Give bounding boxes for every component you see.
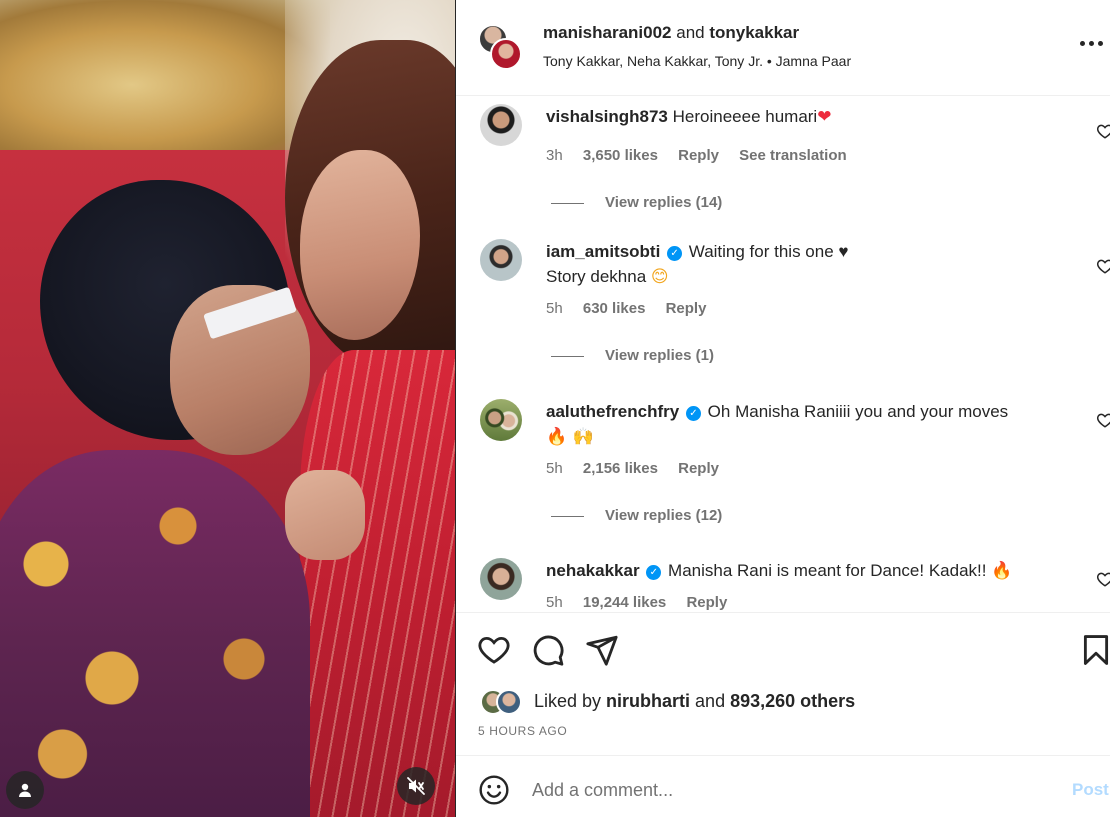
reply-button[interactable]: Reply bbox=[686, 594, 727, 611]
comment-like-icon[interactable] bbox=[1096, 411, 1110, 429]
author-link[interactable]: tonykakkar bbox=[709, 23, 799, 42]
post-header: manisharani002 and tonykakkar Tony Kakka… bbox=[456, 0, 1110, 96]
comment-emoji: 😊 bbox=[650, 267, 669, 287]
view-replies-label: View replies (14) bbox=[605, 194, 723, 211]
comment-likes[interactable]: 630 likes bbox=[583, 300, 646, 317]
liked-by-user[interactable]: nirubharti bbox=[606, 691, 690, 711]
red-lehenga bbox=[300, 350, 455, 817]
comment-item: vishalsingh873 Heroineeee humari❤ 3h 3,6… bbox=[456, 102, 1110, 224]
comment-text: Waiting for this one ♥ bbox=[688, 242, 849, 261]
comment-body: iam_amitsobti ✓ Waiting for this one ♥ S… bbox=[546, 239, 1066, 290]
comment-item: iam_amitsobti ✓ Waiting for this one ♥ S… bbox=[456, 237, 1110, 364]
comment-username[interactable]: nehakakkar bbox=[546, 561, 640, 580]
comment-text: Oh Manisha Raniiii you and your moves bbox=[707, 402, 1009, 421]
speech-bubble-icon[interactable] bbox=[531, 633, 565, 667]
comment-time[interactable]: 5h bbox=[546, 460, 563, 477]
avatar[interactable] bbox=[480, 558, 522, 600]
comment-body: nehakakkar ✓ Manisha Rani is meant for D… bbox=[546, 558, 1066, 584]
comment-item: nehakakkar ✓ Manisha Rani is meant for D… bbox=[456, 556, 1110, 612]
author-joiner: and bbox=[671, 23, 710, 42]
avatar[interactable] bbox=[480, 104, 522, 146]
liked-by-prefix: Liked by bbox=[534, 691, 607, 711]
verified-badge-icon: ✓ bbox=[667, 246, 683, 261]
comment-username[interactable]: aaluthefrenchfry bbox=[546, 402, 679, 421]
comment-text-line2: Story dekhna bbox=[546, 267, 647, 286]
view-replies-button[interactable]: View replies (12) bbox=[551, 507, 722, 524]
comment-meta: 5h 2,156 likes Reply bbox=[546, 460, 735, 477]
comment-emoji: 🔥 bbox=[991, 561, 1013, 581]
comment-text: Heroineeee humari bbox=[672, 107, 818, 126]
post-actions: Liked by nirubharti and 893,260 others 5… bbox=[456, 612, 1110, 755]
paper-plane-icon[interactable] bbox=[585, 633, 619, 667]
more-horizontal-icon bbox=[1080, 40, 1085, 46]
comment-body: vishalsingh873 Heroineeee humari❤ bbox=[546, 104, 1066, 130]
replies-line bbox=[551, 515, 584, 517]
comment-like-icon[interactable] bbox=[1096, 122, 1110, 140]
comment-meta: 5h 630 likes Reply bbox=[546, 300, 722, 317]
woman-arm bbox=[285, 470, 365, 560]
verified-badge-icon: ✓ bbox=[646, 565, 662, 580]
audio-link[interactable]: Tony Kakkar, Neha Kakkar, Tony Jr. • Jam… bbox=[543, 53, 851, 69]
view-replies-button[interactable]: View replies (1) bbox=[551, 347, 714, 364]
comment-text: Manisha Rani is meant for Dance! Kadak!! bbox=[668, 561, 987, 580]
comment-body: aaluthefrenchfry ✓ Oh Manisha Raniiii yo… bbox=[546, 399, 1066, 450]
comment-like-icon[interactable] bbox=[1096, 570, 1110, 588]
speaker-muted-icon bbox=[407, 777, 425, 795]
comment-likes[interactable]: 19,244 likes bbox=[583, 594, 666, 611]
post-comment-button[interactable]: Post bbox=[1072, 780, 1109, 800]
avatar[interactable] bbox=[480, 399, 522, 441]
author-link[interactable]: manisharani002 bbox=[543, 23, 672, 42]
printed-shirt bbox=[0, 450, 310, 817]
comments-list[interactable]: vishalsingh873 Heroineeee humari❤ 3h 3,6… bbox=[456, 96, 1110, 612]
avatar[interactable] bbox=[496, 689, 522, 715]
throne-frame bbox=[0, 0, 330, 170]
more-options-button[interactable] bbox=[1080, 36, 1106, 50]
smiley-icon[interactable] bbox=[478, 774, 510, 806]
view-replies-label: View replies (12) bbox=[605, 507, 723, 524]
see-translation-button[interactable]: See translation bbox=[739, 147, 847, 164]
post-panel: manisharani002 and tonykakkar Tony Kakka… bbox=[456, 0, 1110, 817]
bookmark-icon[interactable] bbox=[1079, 633, 1110, 667]
replies-line bbox=[551, 202, 584, 204]
reel-video[interactable] bbox=[0, 0, 455, 817]
comment-time[interactable]: 5h bbox=[546, 300, 563, 317]
comment-time[interactable]: 3h bbox=[546, 147, 563, 164]
reply-button[interactable]: Reply bbox=[666, 300, 707, 317]
comment-emoji: 🔥 🙌 bbox=[546, 427, 594, 447]
comment-input[interactable] bbox=[532, 775, 1052, 805]
mute-toggle-button[interactable] bbox=[397, 767, 435, 805]
comment-username[interactable]: vishalsingh873 bbox=[546, 107, 668, 126]
view-replies-label: View replies (1) bbox=[605, 347, 714, 364]
heart-outline-icon[interactable] bbox=[477, 633, 511, 667]
liked-by-middle: and bbox=[690, 691, 731, 711]
avatar[interactable] bbox=[490, 38, 522, 70]
post-timestamp[interactable]: 5 HOURS AGO bbox=[478, 724, 567, 738]
comment-username[interactable]: iam_amitsobti bbox=[546, 242, 660, 261]
liked-by-text: Liked by nirubharti and 893,260 others bbox=[534, 691, 855, 712]
replies-line bbox=[551, 355, 584, 357]
user-icon bbox=[19, 783, 31, 797]
comment-time[interactable]: 5h bbox=[546, 594, 563, 611]
comment-emoji: ❤ bbox=[817, 107, 832, 127]
verified-badge-icon: ✓ bbox=[685, 406, 701, 421]
comment-likes[interactable]: 2,156 likes bbox=[583, 460, 658, 477]
post-authors: manisharani002 and tonykakkar bbox=[543, 23, 799, 43]
tagged-users-button[interactable] bbox=[6, 771, 44, 809]
reply-button[interactable]: Reply bbox=[678, 460, 719, 477]
collab-avatars[interactable] bbox=[478, 24, 524, 70]
more-dot bbox=[1089, 40, 1094, 46]
view-replies-button[interactable]: View replies (14) bbox=[551, 194, 722, 211]
comment-meta: 3h 3,650 likes Reply See translation bbox=[546, 147, 863, 164]
more-dot bbox=[1098, 40, 1103, 46]
comment-item: aaluthefrenchfry ✓ Oh Manisha Raniiii yo… bbox=[456, 397, 1110, 524]
avatar[interactable] bbox=[480, 239, 522, 281]
reply-button[interactable]: Reply bbox=[678, 147, 719, 164]
comment-meta: 5h 19,244 likes Reply bbox=[546, 594, 743, 611]
comment-likes[interactable]: 3,650 likes bbox=[583, 147, 658, 164]
liked-by-others[interactable]: 893,260 others bbox=[730, 691, 855, 711]
add-comment-bar: Post bbox=[456, 755, 1110, 817]
comment-like-icon[interactable] bbox=[1096, 257, 1110, 275]
